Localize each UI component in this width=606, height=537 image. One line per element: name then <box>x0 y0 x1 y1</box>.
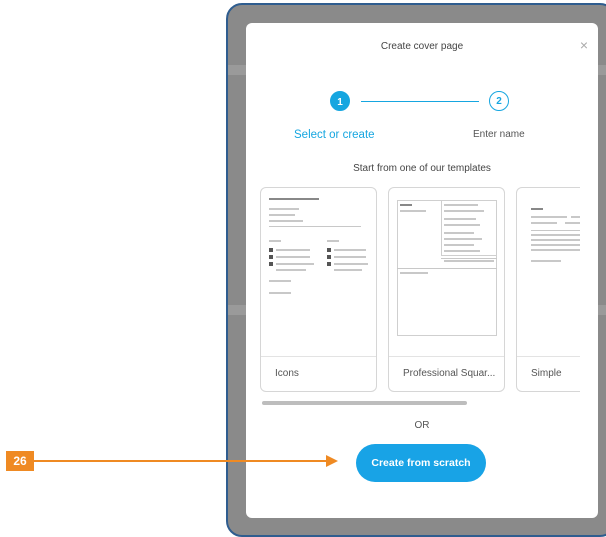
step-1-indicator: 1 <box>330 91 350 111</box>
carousel-scrollbar[interactable] <box>262 401 467 405</box>
callout-badge: 26 <box>6 451 34 471</box>
step-2-indicator: 2 <box>489 91 509 111</box>
stepper: 1 2 Select or create Enter name <box>246 91 598 141</box>
template-thumbnail <box>517 188 580 357</box>
template-thumbnail <box>261 188 376 357</box>
close-icon[interactable]: × <box>580 37 588 53</box>
template-card-icons[interactable]: Icons <box>260 187 377 392</box>
template-carousel: Icons Professional Squar... Simple <box>260 187 580 397</box>
create-from-scratch-button[interactable]: Create from scratch <box>356 444 486 482</box>
dialog-title: Create cover page <box>380 41 464 52</box>
step-2-label: Enter name <box>473 129 525 140</box>
templates-heading: Start from one of our templates <box>353 163 491 174</box>
template-card-label: Icons <box>275 368 299 379</box>
callout-arrow-icon <box>326 455 338 467</box>
stepper-connector <box>361 101 479 102</box>
template-thumbnail <box>389 188 504 357</box>
create-cover-page-dialog: Create cover page × 1 2 Select or create… <box>246 23 598 518</box>
callout-line <box>34 460 328 462</box>
template-card-simple[interactable]: Simple <box>516 187 580 392</box>
template-card-label: Simple <box>531 368 562 379</box>
template-card-label: Professional Squar... <box>403 368 496 379</box>
step-1-label: Select or create <box>294 129 375 141</box>
or-separator: OR <box>414 420 430 431</box>
screenshot-frame: Create cover page × 1 2 Select or create… <box>226 3 606 537</box>
template-card-professional-square[interactable]: Professional Squar... <box>388 187 505 392</box>
